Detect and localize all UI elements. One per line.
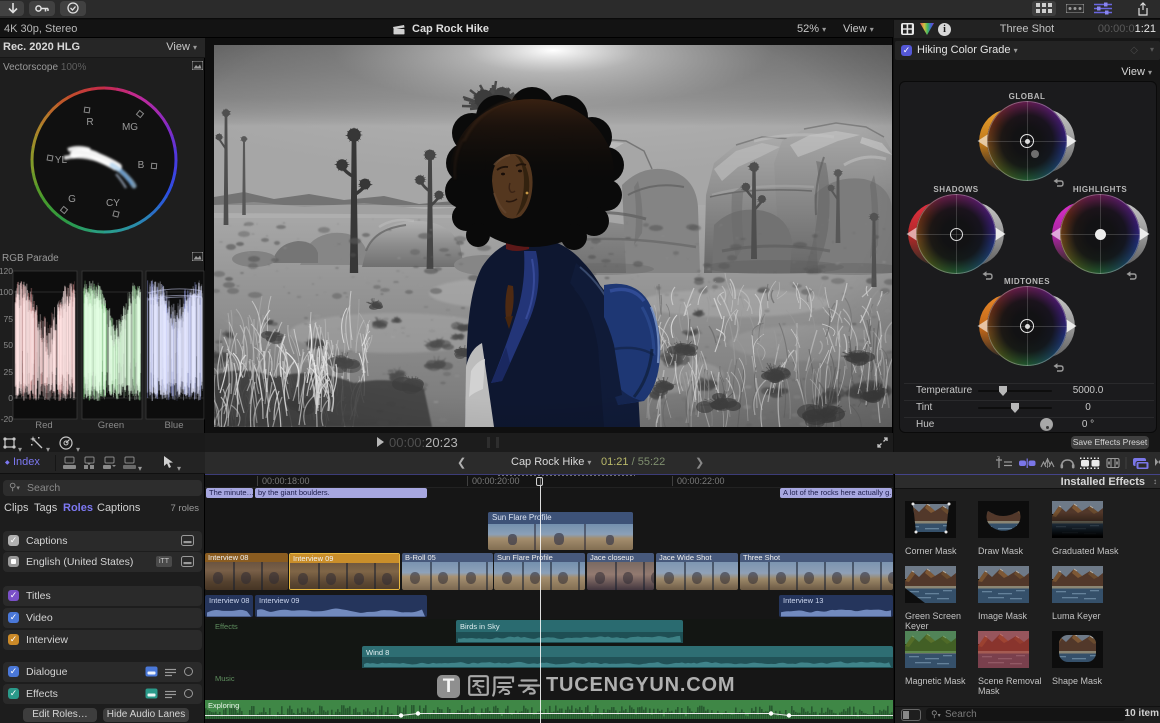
svg-text:Blue: Blue [164, 420, 183, 431]
svg-text:Red: Red [35, 420, 52, 431]
svg-text:Green: Green [98, 420, 124, 431]
svg-text:Birds in Sky: Birds in Sky [460, 622, 500, 631]
svg-text:75: 75 [4, 314, 14, 324]
svg-text:Interview 09: Interview 09 [259, 596, 299, 605]
svg-text:0: 0 [8, 393, 13, 403]
svg-text:Interview 13: Interview 13 [783, 596, 823, 605]
svg-text:100: 100 [0, 287, 13, 297]
svg-text:Interview 08: Interview 08 [209, 596, 249, 605]
svg-text:Exploring: Exploring [208, 701, 239, 710]
svg-text:-20: -20 [1, 414, 14, 424]
svg-text:Wind 8: Wind 8 [366, 648, 389, 657]
svg-text:50: 50 [4, 340, 14, 350]
svg-text:120: 120 [0, 266, 13, 276]
svg-text:25: 25 [4, 367, 14, 377]
svg-text:?: ? [997, 456, 1000, 462]
